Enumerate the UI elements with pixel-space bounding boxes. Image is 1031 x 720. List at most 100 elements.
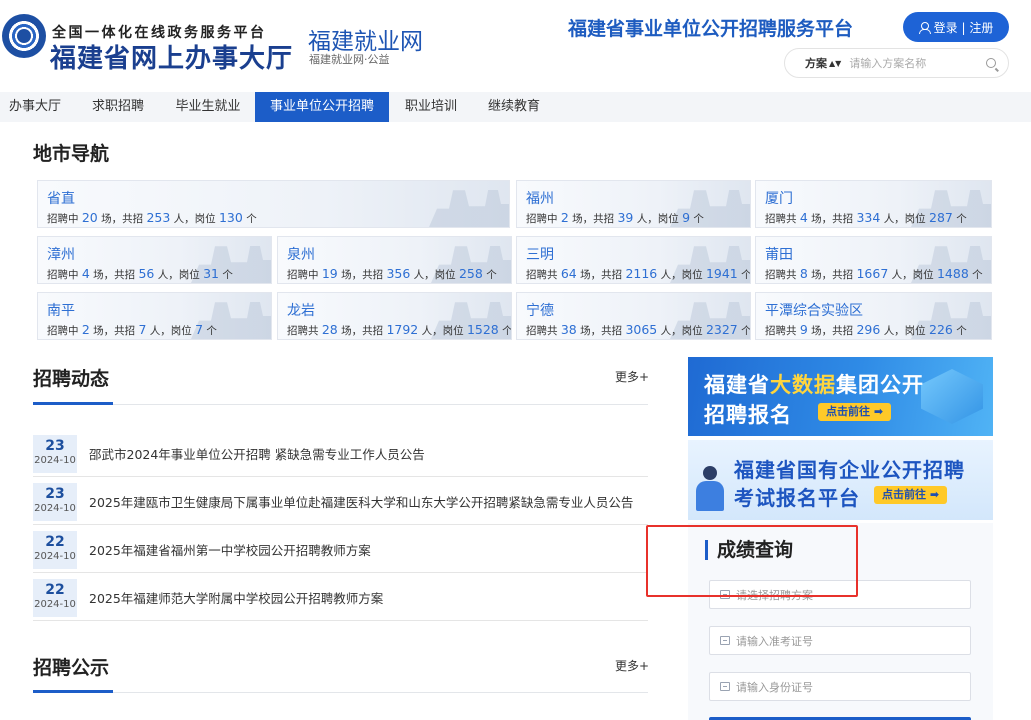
score-query-title: 成绩查询 bbox=[705, 540, 793, 560]
news-item[interactable]: 22 2024-10 2025年福建省福州第一中学校园公开招聘教师方案 bbox=[33, 529, 648, 573]
nav-item-continuing-education[interactable]: 继续教育 bbox=[478, 92, 550, 122]
city-name: 省直 bbox=[47, 191, 75, 207]
news-day: 22 bbox=[45, 582, 65, 598]
nav-item-graduate-employment[interactable]: 毕业生就业 bbox=[164, 92, 252, 122]
search-type-select[interactable]: 方案 ▲▼ bbox=[805, 55, 841, 71]
city-stats: 招聘中 2 场，共招 39 人，岗位 9 个 bbox=[526, 210, 704, 225]
news-item[interactable]: 22 2024-10 2025年福建师范大学附属中学校园公开招聘教师方案 bbox=[33, 577, 648, 621]
banner2-line1: 福建省国有企业公开招聘 bbox=[734, 458, 965, 482]
login-register-button[interactable]: 登录 | 注册 bbox=[903, 12, 1009, 42]
news-title: 招聘动态 bbox=[33, 368, 110, 390]
notice-title-rule bbox=[33, 692, 648, 693]
city-stats: 招聘共 38 场，共招 3065 人，岗位 2327 个 bbox=[526, 322, 751, 337]
search-type-label: 方案 bbox=[805, 57, 827, 70]
news-headline: 2025年建瓯市卫生健康局下属事业单位赴福建医科大学和山东大学公开招聘紧缺急需专… bbox=[89, 495, 634, 510]
sort-icon: ▲▼ bbox=[829, 58, 842, 68]
city-stats: 招聘共 64 场，共招 2116 人，岗位 1941 个 bbox=[526, 266, 751, 281]
main-nav: 办事大厅 求职招聘 毕业生就业 事业单位公开招聘 职业培训 继续教育 bbox=[0, 92, 1031, 122]
news-date: 22 2024-10 bbox=[33, 579, 77, 617]
city-stats: 招聘共 8 场，共招 1667 人，岗位 1488 个 bbox=[765, 266, 983, 281]
news-item[interactable]: 23 2024-10 邵武市2024年事业单位公开招聘 紧缺急需专业工作人员公告 bbox=[33, 433, 648, 477]
platform-title: 福建省事业单位公开招聘服务平台 bbox=[568, 18, 854, 40]
city-tile[interactable]: 莆田 招聘共 8 场，共招 1667 人，岗位 1488 个 bbox=[755, 236, 992, 284]
banner1-go-button[interactable]: 点击前往 ➡ bbox=[818, 403, 892, 421]
recruitment-plan-placeholder: 请选择招聘方案 bbox=[736, 588, 813, 602]
news-day: 23 bbox=[45, 486, 65, 502]
city-tile[interactable]: 省直招聘中 20 场，共招 253 人，岗位 130 个 bbox=[37, 180, 510, 228]
site-subtitle: 福建就业网·公益 bbox=[309, 53, 390, 66]
notice-more-link[interactable]: 更多+ bbox=[615, 657, 649, 674]
city-stats: 招聘中 20 场，共招 253 人，岗位 130 个 bbox=[47, 210, 257, 225]
city-stats: 招聘共 28 场，共招 1792 人，岗位 1528 个 bbox=[287, 322, 512, 337]
news-title-rule bbox=[33, 404, 648, 405]
city-stats: 招聘中 2 场，共招 7 人，岗位 7 个 bbox=[47, 322, 217, 337]
city-name: 平潭综合实验区 bbox=[765, 303, 863, 319]
news-headline: 2025年福建省福州第一中学校园公开招聘教师方案 bbox=[89, 543, 371, 558]
id-number-field[interactable]: 请输入身份证号 bbox=[709, 672, 971, 701]
city-name: 南平 bbox=[47, 303, 75, 319]
admission-ticket-placeholder: 请输入准考证号 bbox=[736, 634, 813, 648]
id-number-placeholder: 请输入身份证号 bbox=[736, 680, 813, 694]
city-tile[interactable]: 龙岩招聘共 28 场，共招 1792 人，岗位 1528 个 bbox=[277, 292, 512, 340]
city-tile[interactable]: 宁德招聘共 38 场，共招 3065 人，岗位 2327 个 bbox=[516, 292, 751, 340]
city-tile[interactable]: 漳州招聘中 4 场，共招 56 人，岗位 31 个 bbox=[37, 236, 272, 284]
city-stats: 招聘共 4 场，共招 334 人，岗位 287 个 bbox=[765, 210, 967, 225]
city-tile[interactable]: 福州招聘中 2 场，共招 39 人，岗位 9 个 bbox=[516, 180, 751, 228]
nav-item-vocational-training[interactable]: 职业培训 bbox=[395, 92, 467, 122]
news-day: 22 bbox=[45, 534, 65, 550]
city-name: 厦门 bbox=[765, 191, 793, 207]
news-item[interactable]: 23 2024-10 2025年建瓯市卫生健康局下属事业单位赴福建医科大学和山东大学… bbox=[33, 481, 648, 525]
news-date: 23 2024-10 bbox=[33, 483, 77, 521]
nav-item-public-recruitment[interactable]: 事业单位公开招聘 bbox=[255, 92, 389, 122]
news-date: 22 2024-10 bbox=[33, 531, 77, 569]
notice-title: 招聘公示 bbox=[33, 657, 110, 679]
banner2-go-button[interactable]: 点击前往 ➡ bbox=[874, 486, 948, 504]
city-stats: 招聘中 19 场，共招 356 人，岗位 258 个 bbox=[287, 266, 497, 281]
person-illustration bbox=[694, 466, 726, 514]
emblem-logo[interactable] bbox=[2, 14, 46, 58]
site-header: 全国一体化在线政务服务平台 福建省网上办事大厅 福建就业网 福建就业网·公益 福… bbox=[0, 0, 1031, 90]
admission-ticket-field[interactable]: 请输入准考证号 bbox=[709, 626, 971, 655]
city-name: 漳州 bbox=[47, 247, 75, 263]
city-nav-title: 地市导航 bbox=[33, 143, 110, 165]
city-name: 福州 bbox=[526, 191, 554, 207]
city-name: 泉州 bbox=[287, 247, 315, 263]
banner1-line1: 福建省大数据集团公开 bbox=[704, 373, 924, 397]
search-icon[interactable] bbox=[986, 58, 996, 68]
city-tile[interactable]: 泉州招聘中 19 场，共招 356 人，岗位 258 个 bbox=[277, 236, 512, 284]
city-stats: 招聘共 9 场，共招 296 人，岗位 226 个 bbox=[765, 322, 967, 337]
data-cube-illustration bbox=[921, 369, 983, 424]
news-year-month: 2024-10 bbox=[34, 599, 76, 610]
banner2-line2: 考试报名平台 bbox=[734, 486, 860, 510]
news-year-month: 2024-10 bbox=[34, 503, 76, 514]
news-year-month: 2024-10 bbox=[34, 551, 76, 562]
big-data-group-banner[interactable]: 福建省大数据集团公开 招聘报名 点击前往 ➡ bbox=[688, 357, 993, 436]
nav-item-job-search[interactable]: 求职招聘 bbox=[80, 92, 156, 122]
search-input[interactable] bbox=[849, 56, 980, 70]
news-headline: 邵武市2024年事业单位公开招聘 紧缺急需专业工作人员公告 bbox=[89, 447, 425, 462]
banner1-line2: 招聘报名 bbox=[704, 403, 792, 427]
notice-title-accent bbox=[33, 690, 113, 693]
news-year-month: 2024-10 bbox=[34, 455, 76, 466]
news-more-link[interactable]: 更多+ bbox=[615, 368, 649, 385]
nav-item-service-hall[interactable]: 办事大厅 bbox=[0, 92, 70, 122]
news-headline: 2025年福建师范大学附属中学校园公开招聘教师方案 bbox=[89, 591, 384, 606]
city-tile[interactable]: 三明招聘共 64 场，共招 2116 人，岗位 1941 个 bbox=[516, 236, 751, 284]
city-name: 三明 bbox=[526, 247, 554, 263]
score-query-panel: 成绩查询 请选择招聘方案 请输入准考证号 请输入身份证号 bbox=[688, 523, 993, 720]
city-name: 宁德 bbox=[526, 303, 554, 319]
user-icon bbox=[918, 21, 931, 34]
city-tile[interactable]: 厦门招聘共 4 场，共招 334 人，岗位 287 个 bbox=[755, 180, 992, 228]
recruitment-plan-select[interactable]: 请选择招聘方案 bbox=[709, 580, 971, 609]
state-enterprise-banner[interactable]: 福建省国有企业公开招聘 考试报名平台 点击前往 ➡ bbox=[688, 440, 993, 520]
city-name: 龙岩 bbox=[287, 303, 315, 319]
ticket-icon bbox=[720, 636, 730, 645]
city-stats: 招聘中 4 场，共招 56 人，岗位 31 个 bbox=[47, 266, 233, 281]
news-day: 23 bbox=[45, 438, 65, 454]
city-tile[interactable]: 南平招聘中 2 场，共招 7 人，岗位 7 个 bbox=[37, 292, 272, 340]
city-tile[interactable]: 平潭综合实验区招聘共 9 场，共招 296 人，岗位 226 个 bbox=[755, 292, 992, 340]
city-landmark-image bbox=[429, 185, 509, 227]
news-date: 23 2024-10 bbox=[33, 435, 77, 473]
search-bar: 方案 ▲▼ bbox=[784, 48, 1009, 78]
logo-title[interactable]: 福建省网上办事大厅 bbox=[50, 38, 293, 75]
